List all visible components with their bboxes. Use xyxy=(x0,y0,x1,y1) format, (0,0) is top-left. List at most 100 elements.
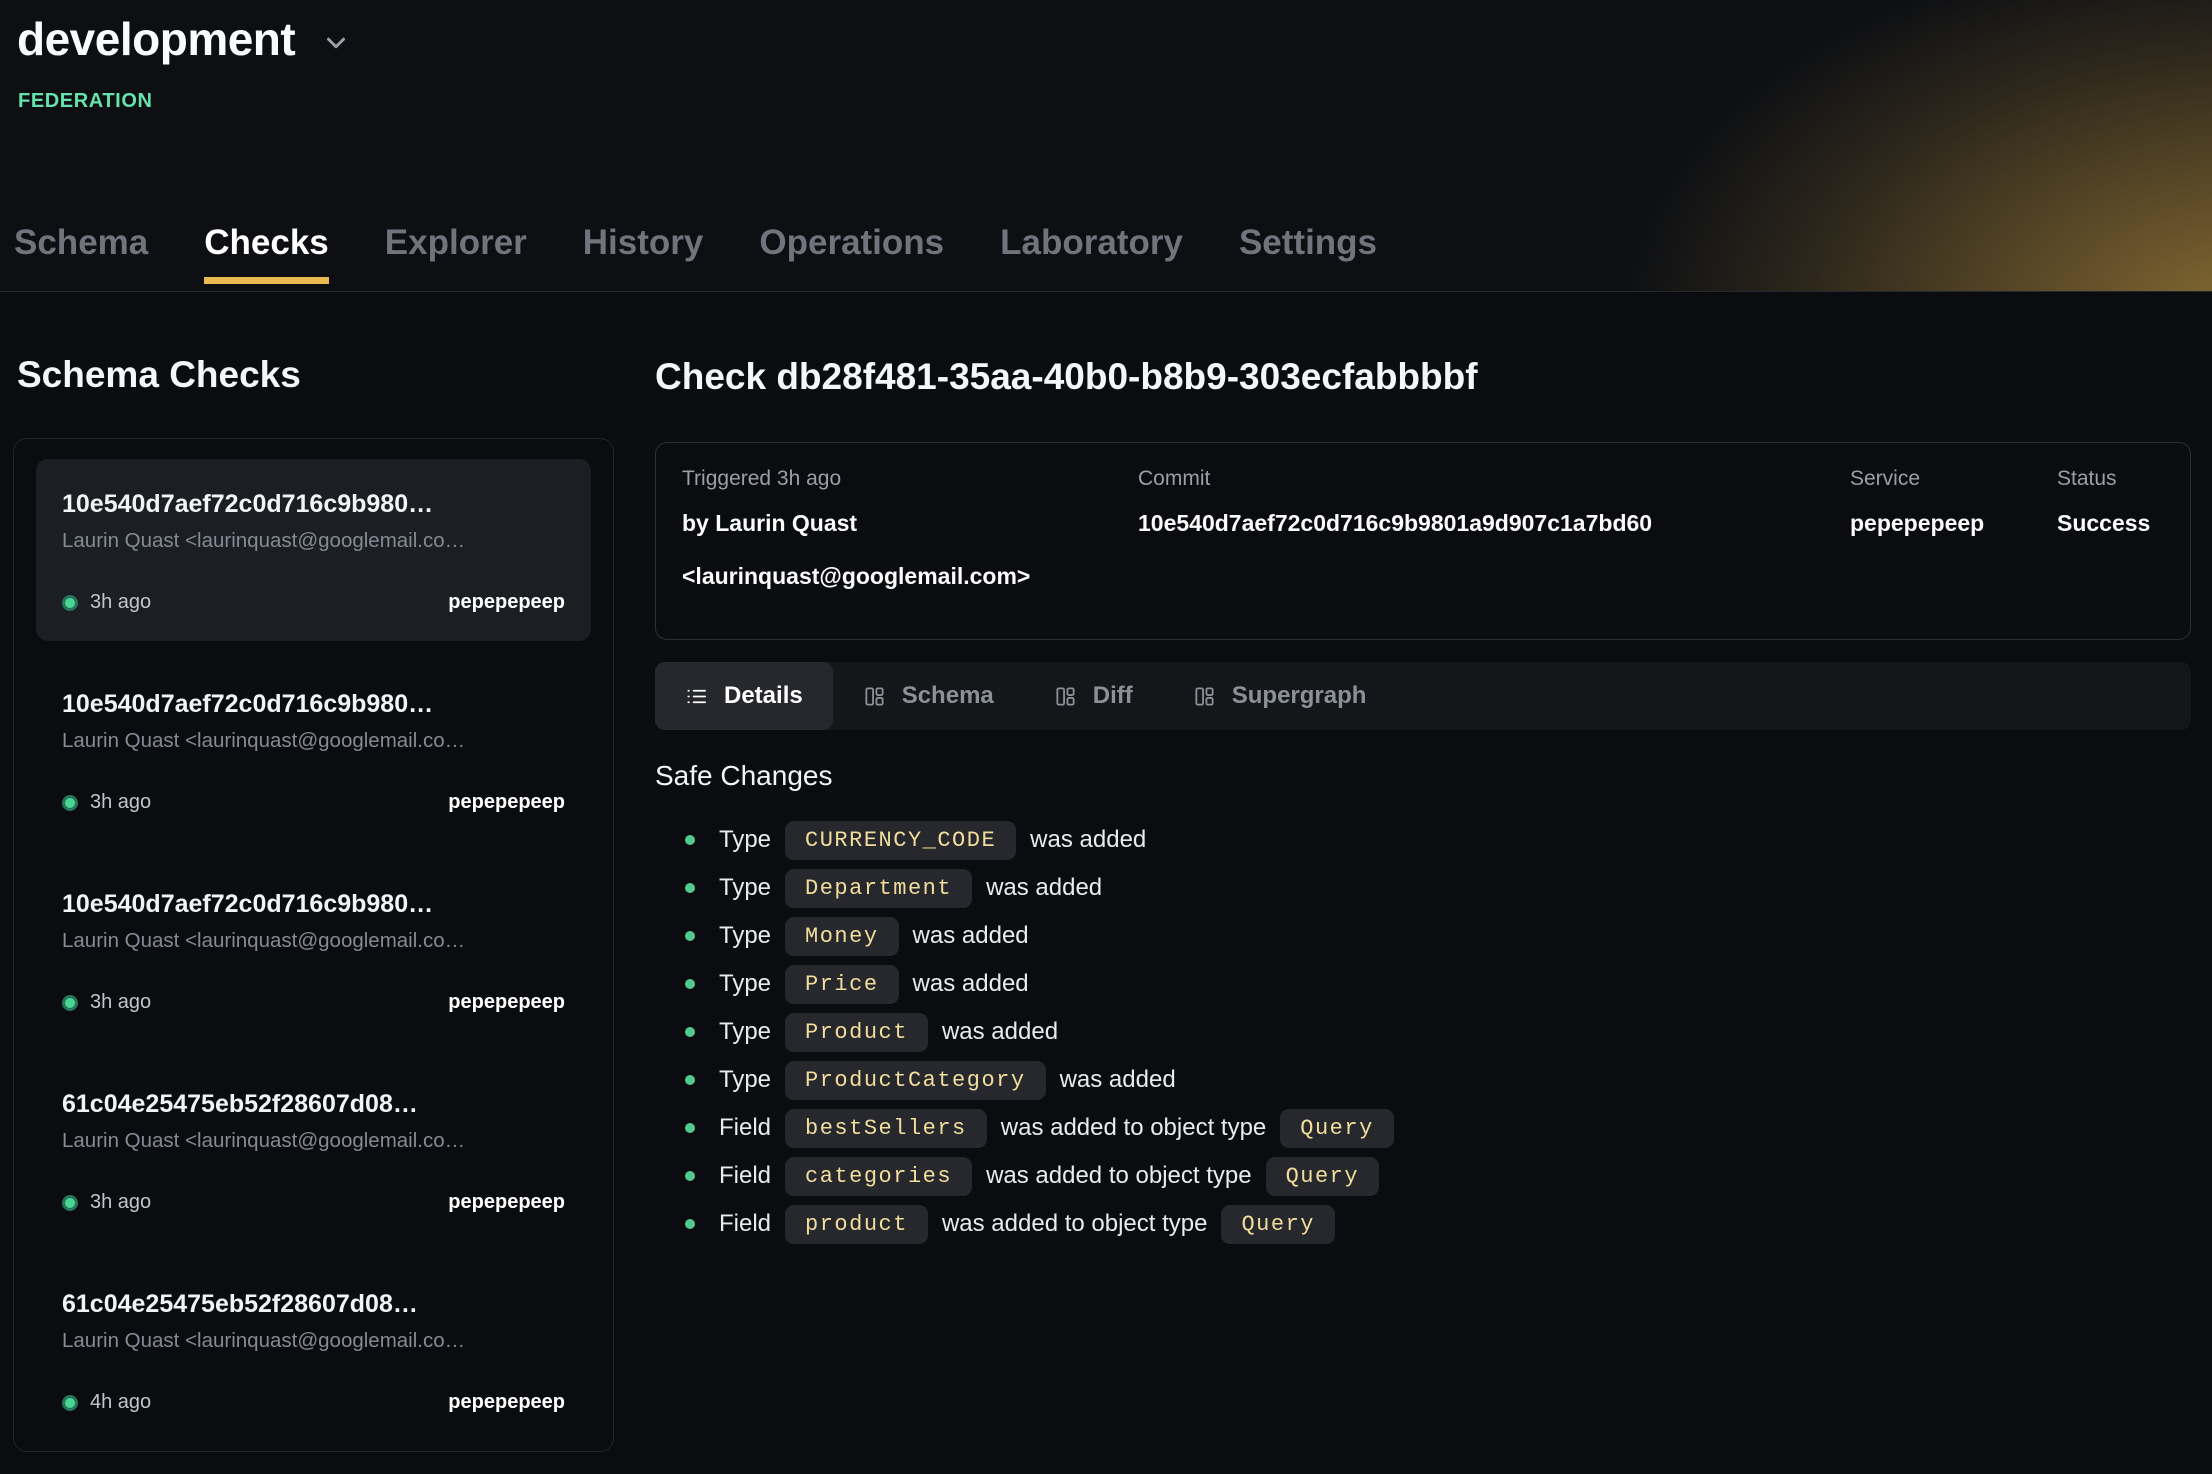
change-description: was added to object type xyxy=(986,1162,1252,1190)
check-item-time: 4h ago xyxy=(90,1391,151,1414)
check-list-item[interactable]: 61c04e25475eb52f28607d08… Laurin Quast <… xyxy=(36,1059,591,1241)
status-dot-icon xyxy=(62,795,78,811)
check-list-item[interactable]: 10e540d7aef72c0d716c9b980… Laurin Quast … xyxy=(36,859,591,1041)
change-row: Type ProductCategory was added xyxy=(655,1056,2191,1104)
change-row: Field product was added to object type Q… xyxy=(655,1200,2191,1248)
tab-laboratory[interactable]: Laboratory xyxy=(1000,222,1183,284)
check-item-author: Laurin Quast <laurinquast@googlemail.co… xyxy=(62,729,565,753)
change-kind: Type xyxy=(719,1018,771,1046)
change-kind: Type xyxy=(719,970,771,998)
status-dot-icon xyxy=(62,1195,78,1211)
bullet-icon xyxy=(685,1219,695,1229)
tab-explorer[interactable]: Explorer xyxy=(385,222,527,284)
project-selector[interactable]: development xyxy=(17,12,351,66)
check-item-service: pepepepeep xyxy=(448,1191,565,1214)
check-item-id: 10e540d7aef72c0d716c9b980… xyxy=(62,490,565,519)
bullet-icon xyxy=(685,883,695,893)
change-row: Type Price was added xyxy=(655,960,2191,1008)
service-label: Service xyxy=(1850,467,2057,491)
status-dot-icon xyxy=(62,1395,78,1411)
safe-changes-list: Type CURRENCY_CODE was added Type Depart… xyxy=(655,816,2191,1248)
view-tab-details[interactable]: Details xyxy=(655,662,833,730)
change-code-chip: categories xyxy=(785,1157,972,1196)
check-item-id: 61c04e25475eb52f28607d08… xyxy=(62,1290,565,1319)
check-item-meta-row: 3h ago pepepepeep xyxy=(62,1191,565,1214)
change-row: Field categories was added to object typ… xyxy=(655,1152,2191,1200)
bullet-icon xyxy=(685,835,695,845)
columns-icon xyxy=(863,685,886,708)
tab-operations[interactable]: Operations xyxy=(759,222,944,284)
view-tab-supergraph[interactable]: Supergraph xyxy=(1163,662,1397,730)
check-list-item[interactable]: 10e540d7aef72c0d716c9b980… Laurin Quast … xyxy=(36,659,591,841)
tab-settings[interactable]: Settings xyxy=(1239,222,1377,284)
commit-label: Commit xyxy=(1138,467,1850,491)
safe-changes-title: Safe Changes xyxy=(655,760,2191,792)
meta-triggered: Triggered 3h ago by Laurin Quast <laurin… xyxy=(682,467,1138,597)
change-description: was added xyxy=(1060,1066,1176,1094)
status-dot-icon xyxy=(62,595,78,611)
columns-icon xyxy=(1193,685,1216,708)
sidebar-title: Schema Checks xyxy=(17,354,614,396)
change-kind: Field xyxy=(719,1162,771,1190)
change-kind: Type xyxy=(719,874,771,902)
schema-checks-sidebar: Schema Checks 10e540d7aef72c0d716c9b980…… xyxy=(13,292,614,1452)
project-tabs: Schema Checks Explorer History Operations Lab… xyxy=(14,222,1377,284)
check-item-service: pepepepeep xyxy=(448,1391,565,1414)
bullet-icon xyxy=(685,979,695,989)
triggered-label: Triggered 3h ago xyxy=(682,467,1138,491)
change-parent-chip: Query xyxy=(1221,1205,1335,1244)
view-tab-label: Diff xyxy=(1093,682,1133,710)
meta-status: Status Success xyxy=(2057,467,2164,597)
check-item-author: Laurin Quast <laurinquast@googlemail.co… xyxy=(62,529,565,553)
change-code-chip: CURRENCY_CODE xyxy=(785,821,1016,860)
change-description: was added to object type xyxy=(942,1210,1208,1238)
bullet-icon xyxy=(685,1075,695,1085)
view-tab-diff[interactable]: Diff xyxy=(1024,662,1163,730)
check-item-author: Laurin Quast <laurinquast@googlemail.co… xyxy=(62,1129,565,1153)
status-dot-icon xyxy=(62,995,78,1011)
check-item-service: pepepepeep xyxy=(448,991,565,1014)
change-row: Type Product was added xyxy=(655,1008,2191,1056)
change-kind: Field xyxy=(719,1114,771,1142)
change-description: was added to object type xyxy=(1001,1114,1267,1142)
service-value: pepepepeep xyxy=(1850,503,2057,544)
change-kind: Field xyxy=(719,1210,771,1238)
check-item-time: 3h ago xyxy=(90,1191,151,1214)
bullet-icon xyxy=(685,1171,695,1181)
check-item-service: pepepepeep xyxy=(448,791,565,814)
change-kind: Type xyxy=(719,922,771,950)
change-row: Type Department was added xyxy=(655,864,2191,912)
chevron-down-icon[interactable] xyxy=(321,28,351,58)
project-header: development FEDERATION Schema Checks Explo… xyxy=(0,0,2212,292)
check-item-time: 3h ago xyxy=(90,991,151,1014)
check-list-item[interactable]: 61c04e25475eb52f28607d08… Laurin Quast <… xyxy=(36,1259,591,1441)
check-item-id: 10e540d7aef72c0d716c9b980… xyxy=(62,690,565,719)
commit-value: 10e540d7aef72c0d716c9b9801a9d907c1a7bd60 xyxy=(1138,503,1850,544)
change-description: was added xyxy=(913,922,1029,950)
view-tab-schema[interactable]: Schema xyxy=(833,662,1024,730)
tab-checks[interactable]: Checks xyxy=(204,222,329,284)
status-label: Status xyxy=(2057,467,2164,491)
check-item-service: pepepepeep xyxy=(448,591,565,614)
check-item-time: 3h ago xyxy=(90,791,151,814)
check-item-time: 3h ago xyxy=(90,591,151,614)
check-item-meta-row: 3h ago pepepepeep xyxy=(62,591,565,614)
check-item-author: Laurin Quast <laurinquast@googlemail.co… xyxy=(62,929,565,953)
check-view-tabs: Details Schema Diff Supergraph xyxy=(655,662,2191,730)
bullet-icon xyxy=(685,1123,695,1133)
project-name: development xyxy=(17,12,295,66)
change-code-chip: Department xyxy=(785,869,972,908)
check-item-meta-row: 3h ago pepepepeep xyxy=(62,991,565,1014)
tab-history[interactable]: History xyxy=(583,222,704,284)
change-description: was added xyxy=(942,1018,1058,1046)
check-detail-panel: Check db28f481-35aa-40b0-b8b9-303ecfabbb… xyxy=(655,292,2191,1452)
check-list-item[interactable]: 10e540d7aef72c0d716c9b980… Laurin Quast … xyxy=(36,459,591,641)
federation-badge: FEDERATION xyxy=(18,90,153,113)
change-row: Type CURRENCY_CODE was added xyxy=(655,816,2191,864)
tab-schema[interactable]: Schema xyxy=(14,222,148,284)
triggered-email: <laurinquast@googlemail.com> xyxy=(682,556,1138,597)
change-code-chip: Product xyxy=(785,1013,928,1052)
view-tab-label: Supergraph xyxy=(1232,682,1367,710)
checks-list: 10e540d7aef72c0d716c9b980… Laurin Quast … xyxy=(13,438,614,1452)
change-row: Type Money was added xyxy=(655,912,2191,960)
